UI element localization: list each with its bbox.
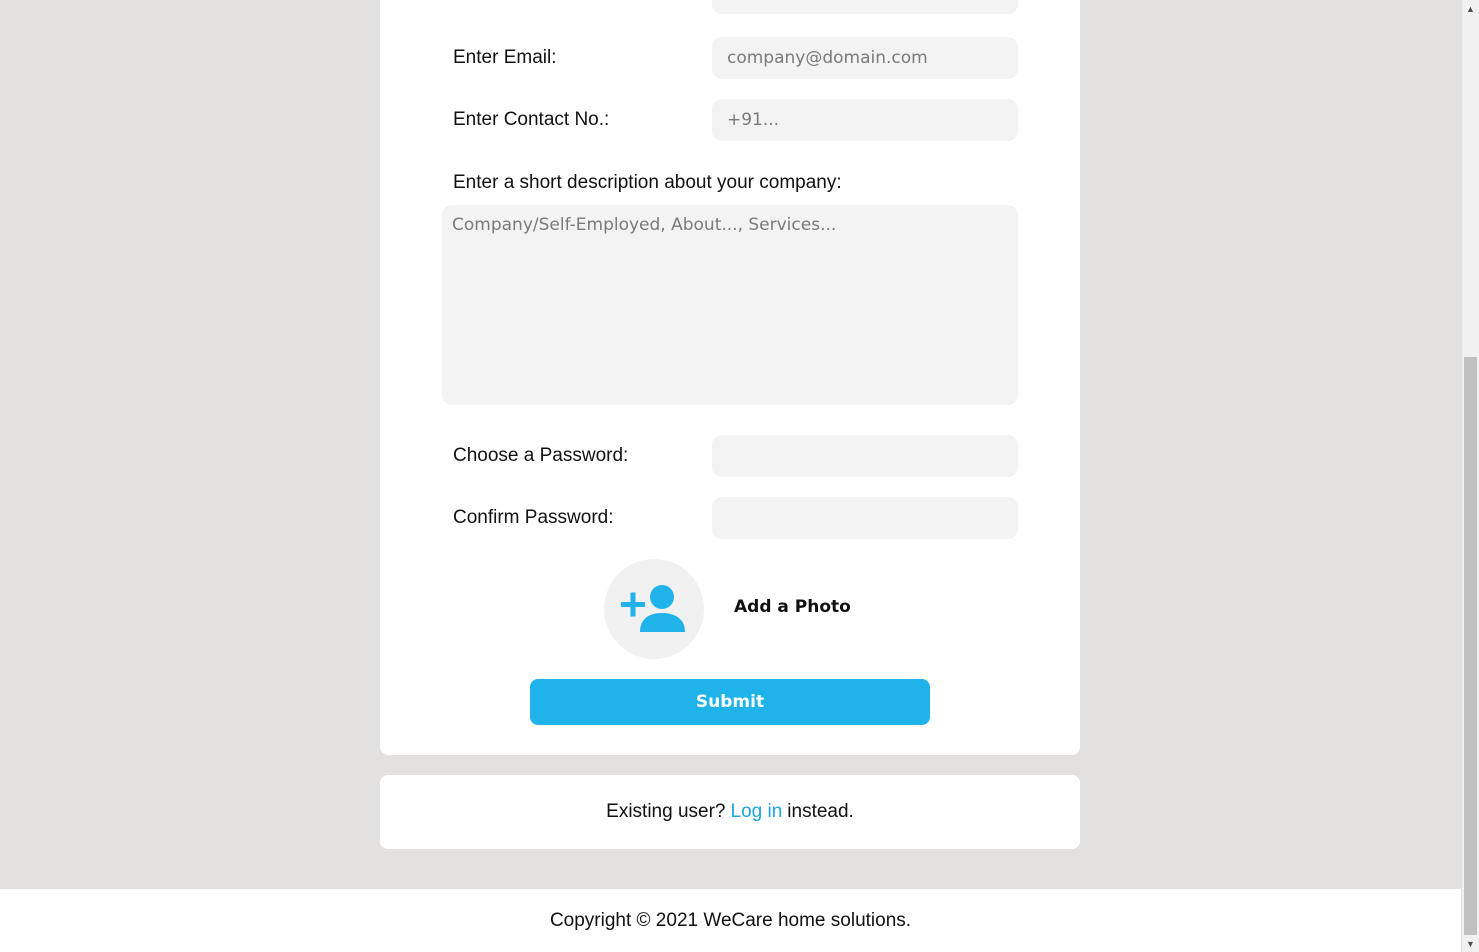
contact-field[interactable]: +91... bbox=[712, 99, 1018, 141]
add-photo-label[interactable]: Add a Photo bbox=[734, 597, 851, 617]
description-placeholder: Company/Self-Employed, About..., Service… bbox=[452, 215, 837, 235]
contact-placeholder: +91... bbox=[727, 110, 780, 130]
confirm-password-label: Confirm Password: bbox=[453, 507, 614, 528]
email-placeholder: company@domain.com bbox=[727, 48, 928, 68]
password-field[interactable] bbox=[712, 435, 1018, 477]
email-label: Enter Email: bbox=[453, 47, 557, 68]
password-label: Choose a Password: bbox=[453, 445, 629, 466]
scroll-thumb[interactable] bbox=[1464, 357, 1477, 935]
login-link[interactable]: Log in bbox=[731, 801, 783, 823]
scroll-down-icon[interactable]: ▼ bbox=[1462, 935, 1479, 952]
login-card: Existing user? Log in instead. bbox=[380, 775, 1080, 849]
add-photo-button[interactable] bbox=[604, 559, 704, 659]
footer: Copyright © 2021 WeCare home solutions. bbox=[0, 889, 1461, 952]
description-label: Enter a short description about your com… bbox=[453, 172, 842, 193]
scroll-up-icon[interactable]: ▲ bbox=[1462, 0, 1479, 17]
confirm-password-field[interactable] bbox=[712, 497, 1018, 539]
company-name-field[interactable] bbox=[712, 0, 1018, 14]
description-textarea[interactable]: Company/Self-Employed, About..., Service… bbox=[442, 205, 1018, 405]
email-field[interactable]: company@domain.com bbox=[712, 37, 1018, 79]
submit-button[interactable]: Submit bbox=[530, 679, 930, 725]
vertical-scrollbar[interactable]: ▲ ▼ bbox=[1462, 0, 1479, 952]
copyright-text: Copyright © 2021 WeCare home solutions. bbox=[549, 909, 912, 931]
login-suffix: instead. bbox=[787, 801, 854, 822]
login-prefix: Existing user? bbox=[606, 801, 726, 822]
contact-label: Enter Contact No.: bbox=[453, 109, 610, 130]
add-user-icon bbox=[621, 585, 685, 632]
